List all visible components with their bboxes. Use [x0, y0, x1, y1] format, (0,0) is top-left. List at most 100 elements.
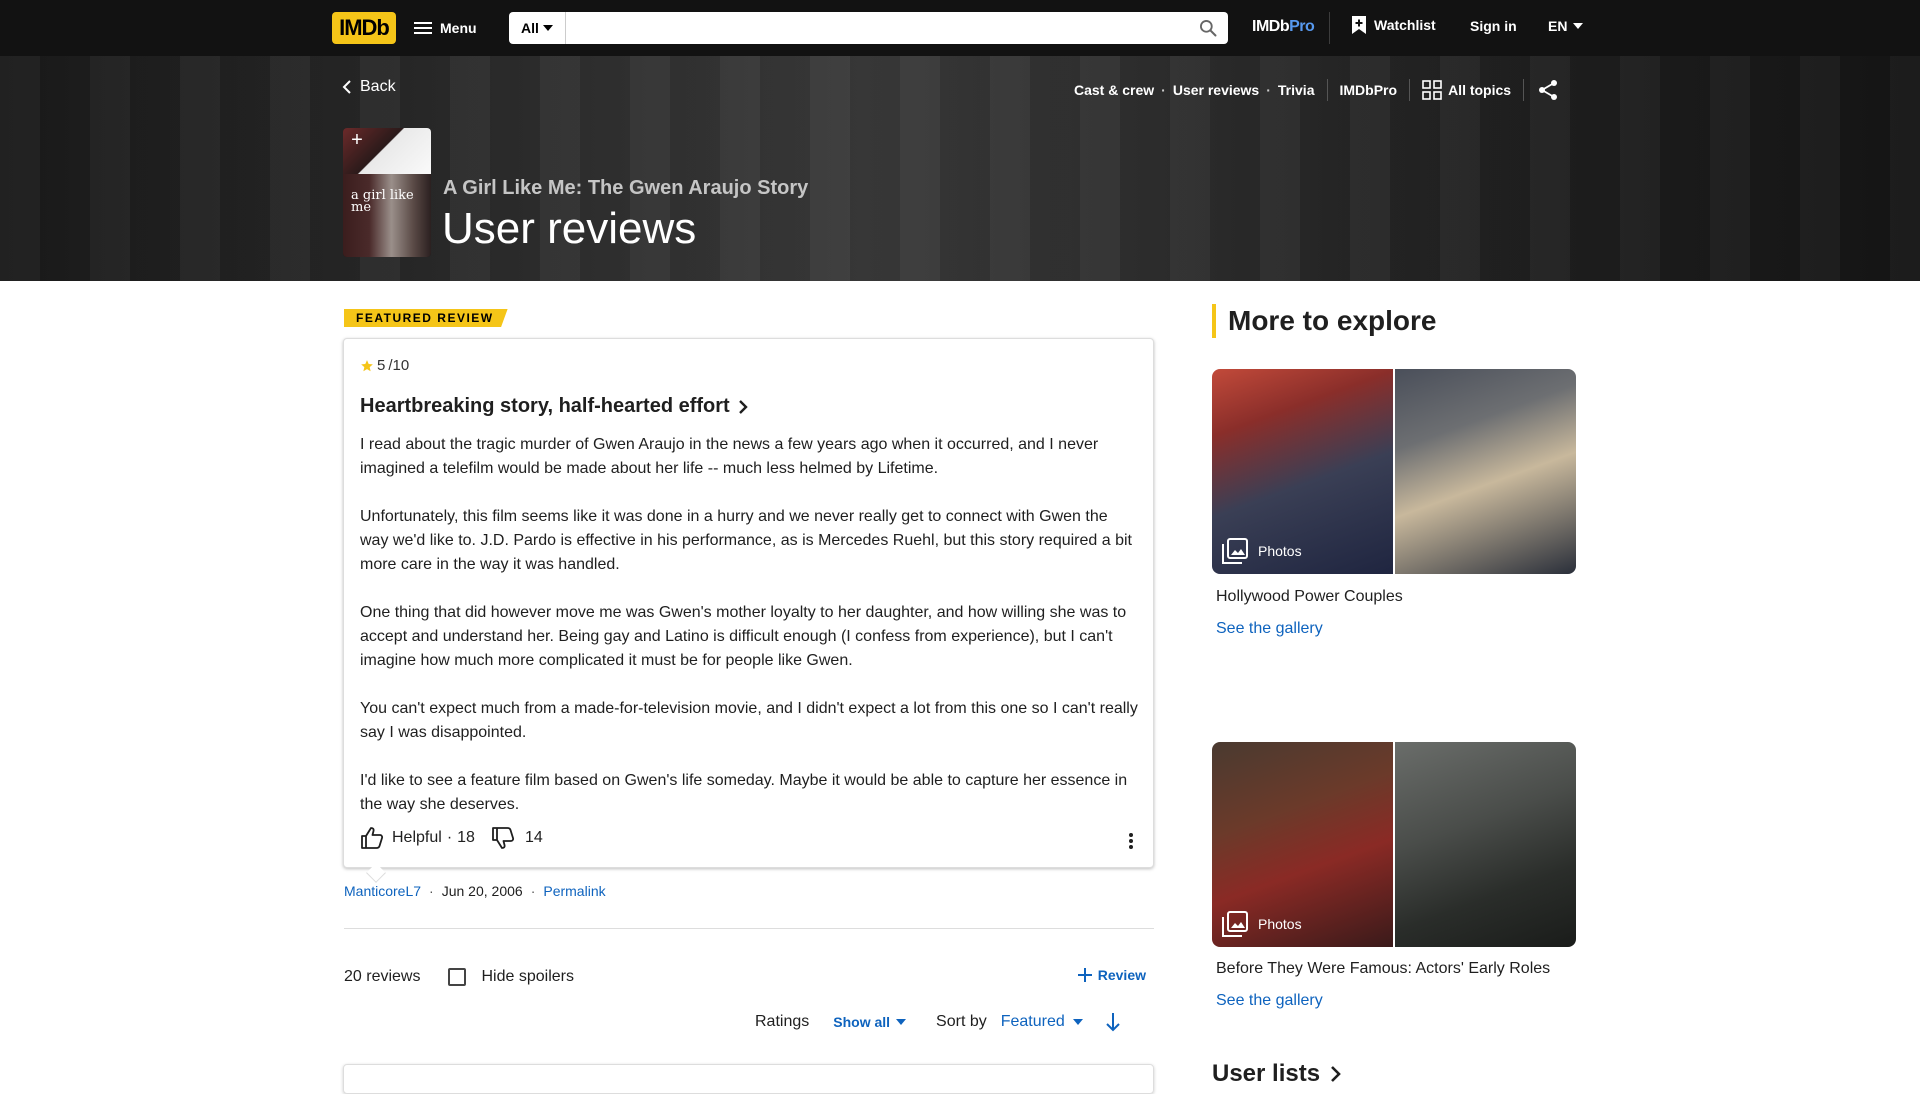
sort-direction-icon[interactable] [1105, 1012, 1121, 1032]
search-input[interactable] [567, 12, 1187, 44]
poster-text: a girl like me [351, 188, 414, 215]
bookmark-plus-icon [1352, 16, 1366, 34]
watchlist-label: Watchlist [1374, 17, 1436, 33]
subnav-separator [1409, 79, 1411, 101]
add-to-watchlist-icon[interactable]: + [346, 130, 368, 152]
review-paragraph: I read about the tragic murder of Gwen A… [360, 436, 1099, 477]
more-to-explore-heading: More to explore [1212, 304, 1436, 338]
helpful-count: 18 [457, 829, 475, 846]
review-title: Heartbreaking story, half-hearted effort [360, 395, 730, 417]
search-icon[interactable] [1198, 18, 1218, 38]
featured-review-badge: FEATURED REVIEW [344, 309, 508, 327]
sort-value: Featured [1000, 1013, 1065, 1030]
sort-label: Sort by [936, 1013, 987, 1030]
review-author-link[interactable]: ManticoreL7 [344, 883, 421, 899]
top-navbar: IMDb Menu All IMDbPro Watchlist Sign in … [0, 0, 1920, 56]
movie-poster[interactable]: + a girl like me [343, 128, 431, 257]
subnav-cast-crew[interactable]: Cast & crew [1074, 82, 1154, 98]
subnav-separator [1326, 79, 1328, 101]
meta-dot: · [530, 883, 536, 899]
caret-down-icon [1072, 1019, 1083, 1025]
sign-in-link[interactable]: Sign in [1470, 18, 1517, 34]
subnav-dot: · [1161, 82, 1166, 98]
language-label: EN [1548, 18, 1568, 34]
ratings-dropdown[interactable]: Show all [833, 1014, 907, 1030]
ratings-label: Ratings [755, 1013, 810, 1030]
helpful-dot: · [446, 829, 453, 846]
gallery-image[interactable]: Photos [1212, 742, 1576, 947]
photo-gallery-icon [1222, 911, 1248, 937]
language-selector[interactable]: EN [1548, 18, 1584, 34]
caret-down-icon [542, 25, 553, 31]
subnav: Cast & crew · User reviews · Trivia IMDb… [1074, 79, 1558, 101]
review-title-link[interactable]: Heartbreaking story, half-hearted effort [360, 395, 748, 418]
chevron-right-icon [1331, 1066, 1341, 1082]
subnav-user-reviews[interactable]: User reviews [1173, 82, 1259, 98]
section-divider [344, 928, 1154, 929]
gallery-caption[interactable]: Hollywood Power Couples [1216, 588, 1403, 606]
movie-title-link[interactable]: A Girl Like Me: The Gwen Araujo Story [443, 177, 808, 200]
photos-label: Photos [1222, 911, 1302, 937]
helpful-row: Helpful · 18 14 [360, 827, 543, 849]
all-topics-button[interactable]: All topics [1422, 80, 1511, 100]
reviews-count: 20 reviews [344, 968, 421, 985]
pro-logo-suffix: Pro [1289, 18, 1315, 35]
back-link[interactable]: Back [342, 78, 396, 96]
filter-sort-row: Ratings Show all Sort by Featured [755, 1012, 1121, 1032]
thumbs-down-icon[interactable] [491, 827, 515, 849]
poster-bottom-image [343, 174, 431, 257]
photos-label: Photos [1222, 538, 1302, 564]
see-gallery-link[interactable]: See the gallery [1216, 620, 1323, 638]
search-category-label: All [521, 20, 539, 36]
subnav-separator [1523, 79, 1525, 101]
helpful-label: Helpful [392, 829, 442, 846]
user-lists-label: User lists [1212, 1060, 1321, 1087]
review-body: I read about the tragic murder of Gwen A… [360, 433, 1140, 841]
watchlist-button[interactable]: Watchlist [1352, 16, 1436, 34]
review-paragraph: Unfortunately, this film seems like it w… [360, 508, 1132, 573]
permalink-link[interactable]: Permalink [543, 883, 605, 899]
imdb-logo[interactable]: IMDb [332, 12, 396, 44]
search-bar: All [509, 12, 1228, 44]
review-date: Jun 20, 2006 [441, 883, 523, 899]
all-topics-label: All topics [1448, 82, 1512, 98]
page-title: User reviews [442, 204, 697, 253]
gallery-caption[interactable]: Before They Were Famous: Actors' Early R… [1216, 960, 1550, 978]
hide-spoilers-label[interactable]: Hide spoilers [481, 968, 573, 986]
add-review-label: Review [1097, 967, 1146, 983]
star-icon [361, 359, 373, 371]
review-paragraph: I'd like to see a feature film based on … [360, 772, 1128, 813]
chevron-left-icon [342, 80, 351, 94]
next-review-card [343, 1064, 1154, 1094]
menu-button[interactable]: Menu [414, 14, 477, 42]
meta-dot: · [429, 883, 434, 899]
pro-logo-prefix: IMDb [1252, 18, 1290, 35]
gallery-image[interactable]: Photos [1212, 369, 1576, 574]
header-divider [1329, 12, 1330, 44]
add-review-button[interactable]: Review [1077, 967, 1146, 983]
plus-icon [1077, 968, 1092, 982]
hamburger-icon [414, 22, 432, 34]
review-paragraph: One thing that did however move me was G… [360, 604, 1127, 669]
see-gallery-link[interactable]: See the gallery [1216, 992, 1323, 1010]
sort-dropdown[interactable]: Featured [1001, 1013, 1083, 1031]
search-category-dropdown[interactable]: All [509, 12, 566, 44]
subnav-dot: · [1266, 82, 1271, 98]
caret-down-icon [1573, 23, 1584, 29]
more-options-icon[interactable] [1129, 832, 1133, 850]
chevron-right-icon [738, 399, 748, 414]
photos-text: Photos [1258, 916, 1302, 932]
thumbs-up-icon[interactable] [360, 827, 384, 849]
unhelpful-count: 14 [524, 829, 543, 846]
subnav-trivia[interactable]: Trivia [1278, 82, 1315, 98]
hide-spoilers-checkbox[interactable] [448, 968, 467, 986]
subnav-imdbpro[interactable]: IMDbPro [1340, 82, 1398, 98]
back-label: Back [360, 78, 396, 95]
share-icon[interactable] [1538, 79, 1558, 101]
rating-max: /10 [388, 357, 410, 374]
review-rating: 5/10 [360, 357, 409, 374]
grid-icon [1422, 80, 1442, 100]
user-lists-heading[interactable]: User lists [1212, 1060, 1342, 1088]
imdbpro-logo[interactable]: IMDbPro [1252, 18, 1315, 36]
gallery-photo [1395, 369, 1576, 574]
